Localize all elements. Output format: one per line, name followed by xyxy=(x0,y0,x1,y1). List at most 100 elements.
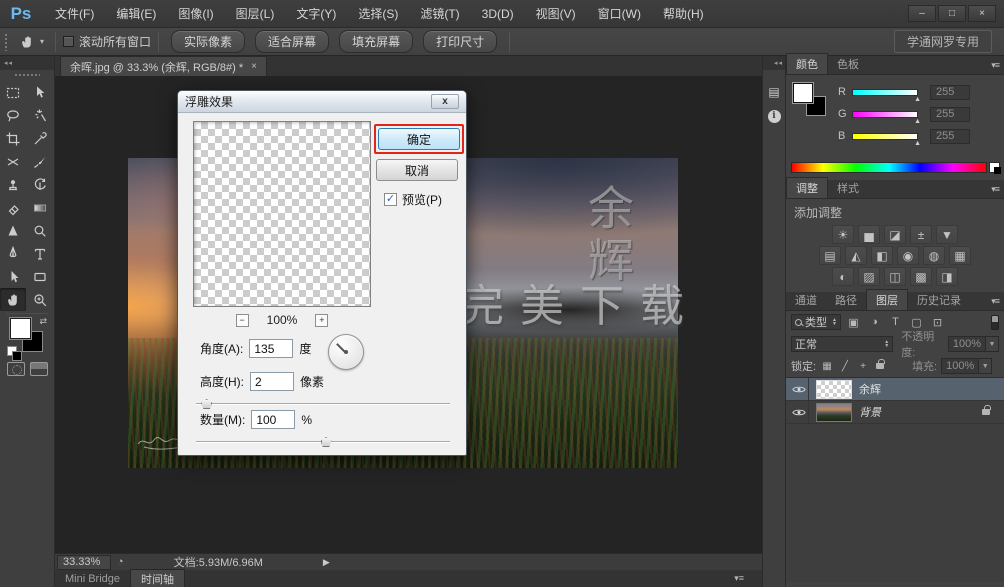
tab-layers[interactable]: 图层 xyxy=(866,289,908,310)
menu-type[interactable]: 文字(Y) xyxy=(285,0,347,28)
hand-tool-options-icon[interactable] xyxy=(15,32,39,52)
channel-g-slider[interactable]: ▲ xyxy=(852,111,918,118)
fit-screen-button[interactable]: 适合屏幕 xyxy=(255,30,329,53)
exposure-icon[interactable]: ± xyxy=(910,225,932,244)
visibility-cell[interactable] xyxy=(790,401,809,423)
color-panel-menu-icon[interactable]: ▾≡ xyxy=(991,60,999,71)
channel-g-thumb-icon[interactable]: ▲ xyxy=(914,119,921,124)
lock-position-icon[interactable]: + xyxy=(856,361,870,372)
bottom-panel-menu-icon[interactable]: ▾≡ xyxy=(734,573,744,584)
tab-mini-bridge[interactable]: Mini Bridge xyxy=(55,572,130,586)
gradient-map-icon[interactable]: ▩ xyxy=(910,267,932,286)
menu-help[interactable]: 帮助(H) xyxy=(652,0,715,28)
filter-adjustment-layers-icon[interactable]: ◑ xyxy=(866,314,883,330)
channel-r-value[interactable]: 255 xyxy=(930,85,970,100)
screen-mode-button[interactable] xyxy=(30,362,48,376)
height-slider[interactable] xyxy=(196,399,450,409)
filter-on-off-toggle[interactable] xyxy=(991,315,999,330)
channel-b-slider[interactable]: ▲ xyxy=(852,133,918,140)
amount-slider-thumb[interactable] xyxy=(321,437,332,447)
fill-screen-button[interactable]: 填充屏幕 xyxy=(339,30,413,53)
quick-mask-button[interactable] xyxy=(7,362,25,376)
dialog-close-button[interactable]: x xyxy=(431,94,459,109)
zoom-level-field[interactable]: 33.33% xyxy=(57,555,111,570)
type-tool[interactable] xyxy=(27,242,53,265)
menu-3d[interactable]: 3D(D) xyxy=(471,0,525,28)
lock-all-icon[interactable] xyxy=(876,363,884,369)
clone-stamp-tool[interactable] xyxy=(0,173,26,196)
panel-foreground-swatch[interactable] xyxy=(793,83,813,103)
document-tab[interactable]: 余晖.jpg @ 33.3% (余辉, RGB/8#) * × xyxy=(60,56,267,76)
ok-button[interactable]: 确定 xyxy=(378,128,460,150)
channel-g-value[interactable]: 255 xyxy=(930,107,970,122)
layers-panel-menu-icon[interactable]: ▾≡ xyxy=(991,296,999,307)
color-balance-icon[interactable]: ◭ xyxy=(845,246,867,265)
lock-transparent-pixels-icon[interactable]: ▦ xyxy=(820,361,834,372)
tab-color[interactable]: 颜色 xyxy=(786,53,828,74)
menu-view[interactable]: 视图(V) xyxy=(525,0,587,28)
scroll-all-windows-checkbox[interactable] xyxy=(63,36,74,47)
blend-mode-select[interactable]: 正常 ▲▼ xyxy=(791,336,893,352)
path-selection-tool[interactable] xyxy=(0,265,26,288)
menu-edit[interactable]: 编辑(E) xyxy=(105,0,167,28)
pen-tool[interactable] xyxy=(0,242,26,265)
amount-slider[interactable] xyxy=(196,437,450,447)
dialog-title-bar[interactable]: 浮雕效果 x xyxy=(178,91,466,113)
menu-layer[interactable]: 图层(L) xyxy=(225,0,286,28)
menu-file[interactable]: 文件(F) xyxy=(44,0,105,28)
posterize-icon[interactable]: ▨ xyxy=(858,267,880,286)
zoom-tool[interactable] xyxy=(27,288,53,311)
filter-pixel-layers-icon[interactable]: ▣ xyxy=(845,314,862,330)
photo-filter-icon[interactable]: ◉ xyxy=(897,246,919,265)
color-lookup-icon[interactable]: ▦ xyxy=(949,246,971,265)
magic-wand-tool[interactable] xyxy=(27,104,53,127)
maximize-button[interactable]: □ xyxy=(938,5,966,22)
preview-checkbox[interactable]: ✓ xyxy=(384,193,397,206)
tab-styles[interactable]: 样式 xyxy=(828,178,868,198)
adjustments-panel-menu-icon[interactable]: ▾≡ xyxy=(991,184,999,195)
tool-preset-caret-icon[interactable]: ▾ xyxy=(40,37,44,46)
height-input[interactable] xyxy=(250,372,294,391)
tab-history[interactable]: 历史记录 xyxy=(908,290,970,310)
rectangular-marquee-tool[interactable] xyxy=(0,81,26,104)
channel-mixer-icon[interactable]: ◍ xyxy=(923,246,945,265)
angle-dial[interactable] xyxy=(328,334,364,370)
channel-r-slider[interactable]: ▲ xyxy=(852,89,918,96)
cancel-button[interactable]: 取消 xyxy=(376,159,458,181)
layer-thumbnail[interactable] xyxy=(816,403,852,422)
menu-select[interactable]: 选择(S) xyxy=(347,0,409,28)
eyedropper-tool[interactable] xyxy=(27,127,53,150)
eraser-tool[interactable] xyxy=(0,196,26,219)
patch-tool[interactable] xyxy=(0,150,26,173)
menu-filter[interactable]: 滤镜(T) xyxy=(409,0,470,28)
tab-paths[interactable]: 路径 xyxy=(826,290,866,310)
channel-b-value[interactable]: 255 xyxy=(930,129,970,144)
spectrum-bw-swatches[interactable] xyxy=(989,162,1000,173)
invert-icon[interactable]: ◐ xyxy=(832,267,854,286)
foreground-color-swatch[interactable] xyxy=(10,318,31,339)
brush-tool[interactable] xyxy=(27,150,53,173)
vibrance-icon[interactable]: ▼ xyxy=(936,225,958,244)
layer-row-background[interactable]: 背景 xyxy=(786,401,1004,424)
tab-timeline[interactable]: 时间轴 xyxy=(130,569,185,587)
levels-icon[interactable]: ▅ xyxy=(858,225,880,244)
status-options-icon[interactable]: ▶ xyxy=(323,557,330,568)
actual-pixels-button[interactable]: 实际像素 xyxy=(171,30,245,53)
brightness-contrast-icon[interactable]: ☀ xyxy=(832,225,854,244)
opacity-dropdown[interactable]: 100% ▼ xyxy=(948,336,999,352)
crop-tool[interactable] xyxy=(0,127,26,150)
close-button[interactable]: × xyxy=(968,5,996,22)
lasso-tool[interactable] xyxy=(0,104,26,127)
threshold-icon[interactable]: ◫ xyxy=(884,267,906,286)
minimize-button[interactable]: – xyxy=(908,5,936,22)
menu-image[interactable]: 图像(I) xyxy=(167,0,224,28)
print-size-button[interactable]: 打印尺寸 xyxy=(423,30,497,53)
zoom-out-button[interactable]: − xyxy=(236,314,249,327)
filter-type-select[interactable]: 类型 ▲▼ xyxy=(791,314,841,330)
height-slider-thumb[interactable] xyxy=(201,399,212,409)
blur-tool[interactable] xyxy=(0,219,26,242)
layer-name[interactable]: 余辉 xyxy=(859,381,881,397)
visibility-cell[interactable] xyxy=(790,378,809,400)
fill-dropdown[interactable]: 100% ▼ xyxy=(941,358,992,374)
gradient-tool[interactable] xyxy=(27,196,53,219)
